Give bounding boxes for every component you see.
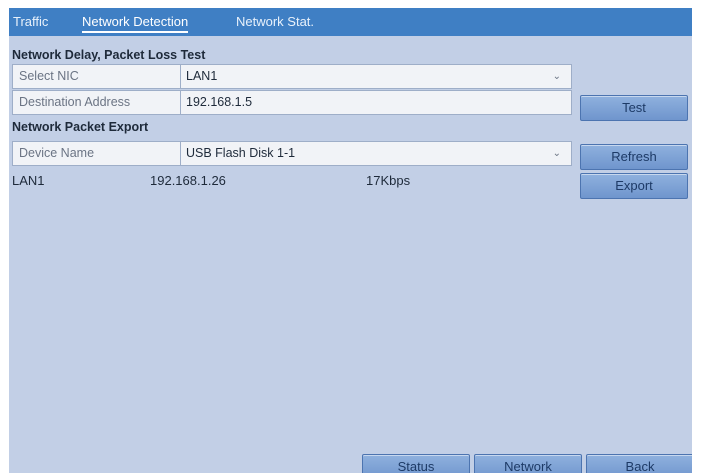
tab-network-detection[interactable]: Network Detection xyxy=(82,12,189,33)
select-nic-row: Select NIC LAN1 ⌄ xyxy=(12,64,572,89)
device-name-row: Device Name USB Flash Disk 1-1 ⌄ xyxy=(12,141,572,166)
interface-name: LAN1 xyxy=(12,173,45,188)
interface-ip: 192.168.1.26 xyxy=(150,173,226,188)
delay-test-title: Network Delay, Packet Loss Test xyxy=(12,48,206,62)
export-button[interactable]: Export xyxy=(580,173,688,199)
device-name-label: Device Name xyxy=(12,141,181,166)
packet-export-title: Network Packet Export xyxy=(12,120,149,134)
back-button[interactable]: Back xyxy=(586,454,692,473)
device-name-dropdown[interactable]: USB Flash Disk 1-1 ⌄ xyxy=(180,141,572,166)
test-button[interactable]: Test xyxy=(580,95,688,121)
interface-rate: 17Kbps xyxy=(366,173,411,188)
destination-address-field[interactable]: 192.168.1.5 xyxy=(180,90,572,115)
network-button[interactable]: Network xyxy=(474,454,582,473)
chevron-down-icon: ⌄ xyxy=(552,148,561,159)
refresh-button[interactable]: Refresh xyxy=(580,144,688,170)
tab-bar: Traffic Network Detection Network Stat. xyxy=(9,8,692,36)
tab-traffic[interactable]: Traffic xyxy=(13,12,48,31)
destination-row: Destination Address 192.168.1.5 xyxy=(12,90,572,115)
tab-network-stat[interactable]: Network Stat. xyxy=(236,12,314,31)
destination-label: Destination Address xyxy=(12,90,181,115)
status-button[interactable]: Status xyxy=(362,454,470,473)
select-nic-value: LAN1 xyxy=(186,69,218,83)
network-detection-window: Traffic Network Detection Network Stat. … xyxy=(9,8,692,473)
chevron-down-icon: ⌄ xyxy=(552,71,561,82)
select-nic-label: Select NIC xyxy=(12,64,181,89)
select-nic-dropdown[interactable]: LAN1 ⌄ xyxy=(180,64,572,89)
device-name-value: USB Flash Disk 1-1 xyxy=(186,146,296,160)
